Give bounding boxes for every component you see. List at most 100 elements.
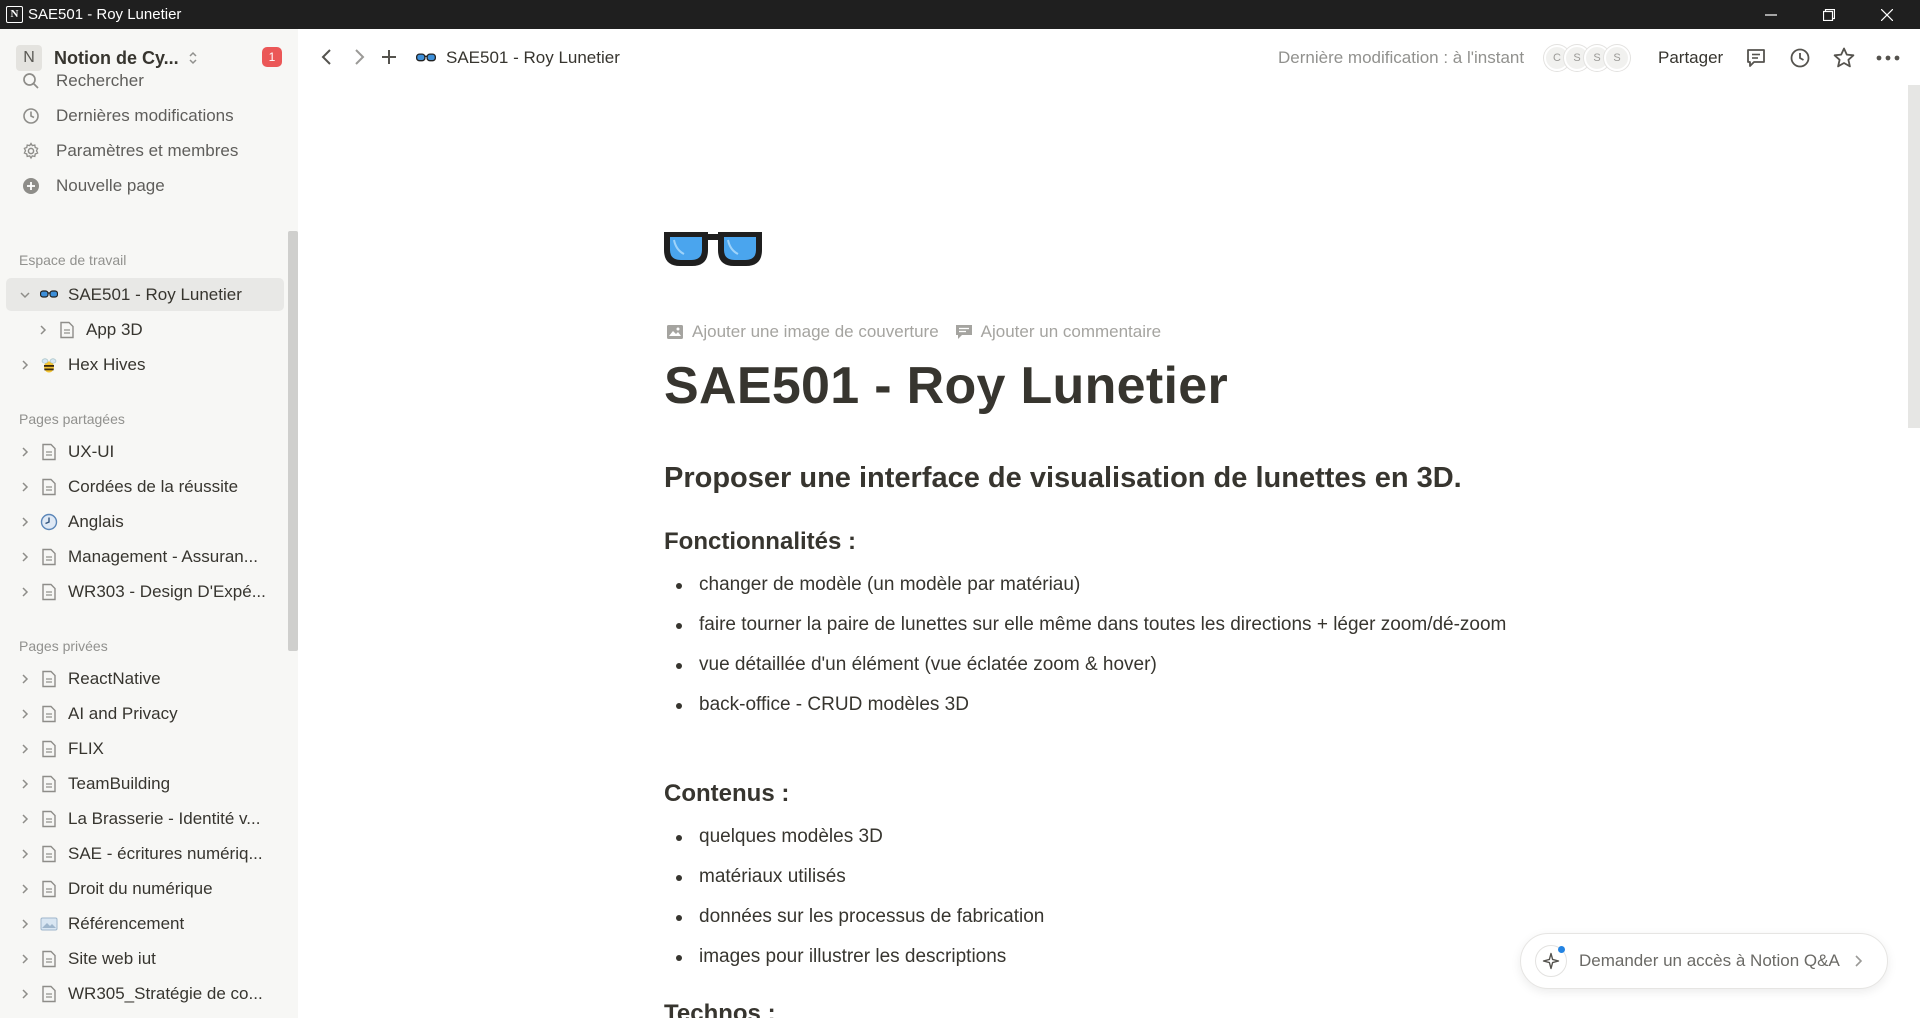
clock-icon bbox=[18, 107, 44, 125]
sidebar-page-referencement[interactable]: Référencement bbox=[6, 907, 284, 940]
comments-button[interactable] bbox=[1742, 44, 1770, 72]
chevron-right-icon[interactable] bbox=[18, 778, 32, 790]
chevron-right-icon[interactable] bbox=[36, 324, 50, 336]
chevron-updown-icon bbox=[189, 51, 197, 65]
sidebar-settings[interactable]: Paramètres et membres bbox=[6, 135, 284, 167]
section-label-workspace[interactable]: Espace de travail bbox=[19, 252, 126, 268]
star-icon bbox=[1833, 47, 1855, 68]
sidebar-page-uxui[interactable]: UX-UI bbox=[6, 435, 284, 468]
add-comment-label: Ajouter un commentaire bbox=[980, 322, 1162, 341]
page-icon bbox=[38, 845, 60, 863]
sidebar-nav-label: Rechercher bbox=[56, 71, 144, 90]
sidebar-scrollbar[interactable] bbox=[288, 231, 298, 651]
sidebar-page-flix[interactable]: FLIX bbox=[6, 732, 284, 765]
forward-button[interactable] bbox=[346, 44, 372, 70]
sidebar-page-wr303[interactable]: WR303 - Design D'Expé... bbox=[6, 575, 284, 608]
add-cover-button[interactable]: Ajouter une image de couverture bbox=[666, 322, 939, 342]
page-title[interactable]: SAE501 - Roy Lunetier bbox=[664, 356, 1228, 416]
list-item[interactable]: faire tourner la paire de lunettes sur e… bbox=[664, 610, 1524, 640]
chevron-right-icon[interactable] bbox=[18, 953, 32, 965]
sidebar-page-sae-ecritures[interactable]: SAE - écritures numériq... bbox=[6, 837, 284, 870]
window-title: SAE501 - Roy Lunetier bbox=[28, 6, 182, 23]
list-item[interactable]: changer de modèle (un modèle par matéria… bbox=[664, 570, 1524, 600]
comment-icon bbox=[1747, 49, 1765, 67]
sidebar-page-label: Anglais bbox=[68, 511, 124, 531]
sidebar-new-page[interactable]: Nouvelle page bbox=[6, 170, 284, 202]
share-button[interactable]: Partager bbox=[1658, 48, 1723, 68]
chevron-right-icon[interactable] bbox=[18, 743, 32, 755]
collaborator-avatars[interactable]: C S S S bbox=[1544, 45, 1630, 71]
sidebar-search[interactable]: Rechercher bbox=[6, 65, 284, 97]
sidebar-page-site-web[interactable]: Site web iut bbox=[6, 942, 284, 975]
chevron-down-icon[interactable] bbox=[18, 289, 32, 301]
sidebar-page-teambuilding[interactable]: TeamBuilding bbox=[6, 767, 284, 800]
sidebar-page-app3d[interactable]: App 3D bbox=[6, 313, 284, 346]
sidebar-page-hexhives[interactable]: Hex Hives bbox=[6, 348, 284, 381]
chevron-right-icon[interactable] bbox=[18, 988, 32, 1000]
updates-button[interactable] bbox=[1786, 44, 1814, 72]
chevron-right-icon[interactable] bbox=[18, 516, 32, 528]
chevron-right-icon[interactable] bbox=[18, 883, 32, 895]
sidebar-page-cordees[interactable]: Cordées de la réussite bbox=[6, 470, 284, 503]
restore-button[interactable] bbox=[1800, 0, 1858, 29]
heading-technos[interactable]: Technos : bbox=[664, 1000, 776, 1018]
sidebar-page-brasserie[interactable]: La Brasserie - Identité v... bbox=[6, 802, 284, 835]
sidebar-nav-label: Dernières modifications bbox=[56, 106, 234, 125]
main-scrollbar[interactable] bbox=[1908, 85, 1920, 428]
add-cover-label: Ajouter une image de couverture bbox=[692, 322, 939, 341]
sidebar-updates[interactable]: Dernières modifications bbox=[6, 100, 284, 132]
list-item[interactable]: données sur les processus de fabrication bbox=[664, 902, 1524, 932]
more-options-button[interactable] bbox=[1874, 44, 1902, 72]
list-item[interactable]: back-office - CRUD modèles 3D bbox=[664, 690, 1524, 720]
section-label-private[interactable]: Pages privées bbox=[19, 638, 108, 654]
breadcrumb[interactable]: SAE501 - Roy Lunetier bbox=[416, 45, 620, 71]
chevron-right-icon[interactable] bbox=[18, 918, 32, 930]
sidebar-page-droit[interactable]: Droit du numérique bbox=[6, 872, 284, 905]
notion-qa-button[interactable]: Demander un accès à Notion Q&A bbox=[1520, 933, 1888, 989]
ellipsis-icon bbox=[1876, 55, 1900, 61]
minimize-icon bbox=[1765, 13, 1777, 16]
page-icon bbox=[56, 321, 78, 339]
sidebar-page-reactnative[interactable]: ReactNative bbox=[6, 662, 284, 695]
sidebar-page-label: Hex Hives bbox=[68, 354, 146, 374]
bullet-list-contenus: quelques modèles 3D matériaux utilisés d… bbox=[664, 822, 1524, 982]
qa-button-label: Demander un accès à Notion Q&A bbox=[1579, 951, 1840, 970]
close-window-button[interactable] bbox=[1858, 0, 1916, 29]
page-icon bbox=[38, 985, 60, 1003]
minimize-button[interactable] bbox=[1742, 0, 1800, 29]
back-button[interactable] bbox=[314, 44, 340, 70]
page-topbar: SAE501 - Roy Lunetier Dernière modificat… bbox=[298, 29, 1920, 87]
notification-badge[interactable]: 1 bbox=[262, 47, 282, 67]
list-item[interactable]: vue détaillée d'un élément (vue éclatée … bbox=[664, 650, 1524, 680]
chevron-right-icon[interactable] bbox=[18, 359, 32, 371]
list-item[interactable]: matériaux utilisés bbox=[664, 862, 1524, 892]
heading-fonctionnalites[interactable]: Fonctionnalités : bbox=[664, 528, 856, 556]
sidebar-page-sae501[interactable]: SAE501 - Roy Lunetier bbox=[6, 278, 284, 311]
add-comment-button[interactable]: Ajouter un commentaire bbox=[955, 322, 1161, 342]
chevron-right-icon[interactable] bbox=[18, 551, 32, 563]
gear-icon bbox=[18, 142, 44, 160]
chevron-right-icon[interactable] bbox=[18, 708, 32, 720]
sidebar-page-wr305[interactable]: WR305_Stratégie de co... bbox=[6, 977, 284, 1010]
sidebar-page-ai-privacy[interactable]: AI and Privacy bbox=[6, 697, 284, 730]
sidebar-page-anglais[interactable]: Anglais bbox=[6, 505, 284, 538]
heading-subtitle[interactable]: Proposer une interface de visualisation … bbox=[664, 462, 1462, 495]
chevron-right-icon[interactable] bbox=[18, 813, 32, 825]
heading-contenus[interactable]: Contenus : bbox=[664, 780, 789, 808]
chevron-right-icon[interactable] bbox=[18, 673, 32, 685]
chevron-right-icon[interactable] bbox=[18, 481, 32, 493]
list-item[interactable]: images pour illustrer les descriptions bbox=[664, 942, 1524, 972]
page-icon bbox=[38, 810, 60, 828]
plus-circle-icon bbox=[18, 177, 44, 195]
chevron-right-icon[interactable] bbox=[18, 446, 32, 458]
page-header-actions: Ajouter une image de couverture Ajouter … bbox=[666, 322, 1177, 342]
chevron-right-icon[interactable] bbox=[18, 586, 32, 598]
page-emoji-icon[interactable] bbox=[662, 226, 764, 275]
list-item[interactable]: quelques modèles 3D bbox=[664, 822, 1524, 852]
chevron-right-icon[interactable] bbox=[18, 848, 32, 860]
new-page-button[interactable] bbox=[376, 44, 402, 70]
section-label-shared[interactable]: Pages partagées bbox=[19, 411, 125, 427]
glasses-icon bbox=[38, 289, 60, 300]
favorite-button[interactable] bbox=[1830, 44, 1858, 72]
sidebar-page-management[interactable]: Management - Assuran... bbox=[6, 540, 284, 573]
